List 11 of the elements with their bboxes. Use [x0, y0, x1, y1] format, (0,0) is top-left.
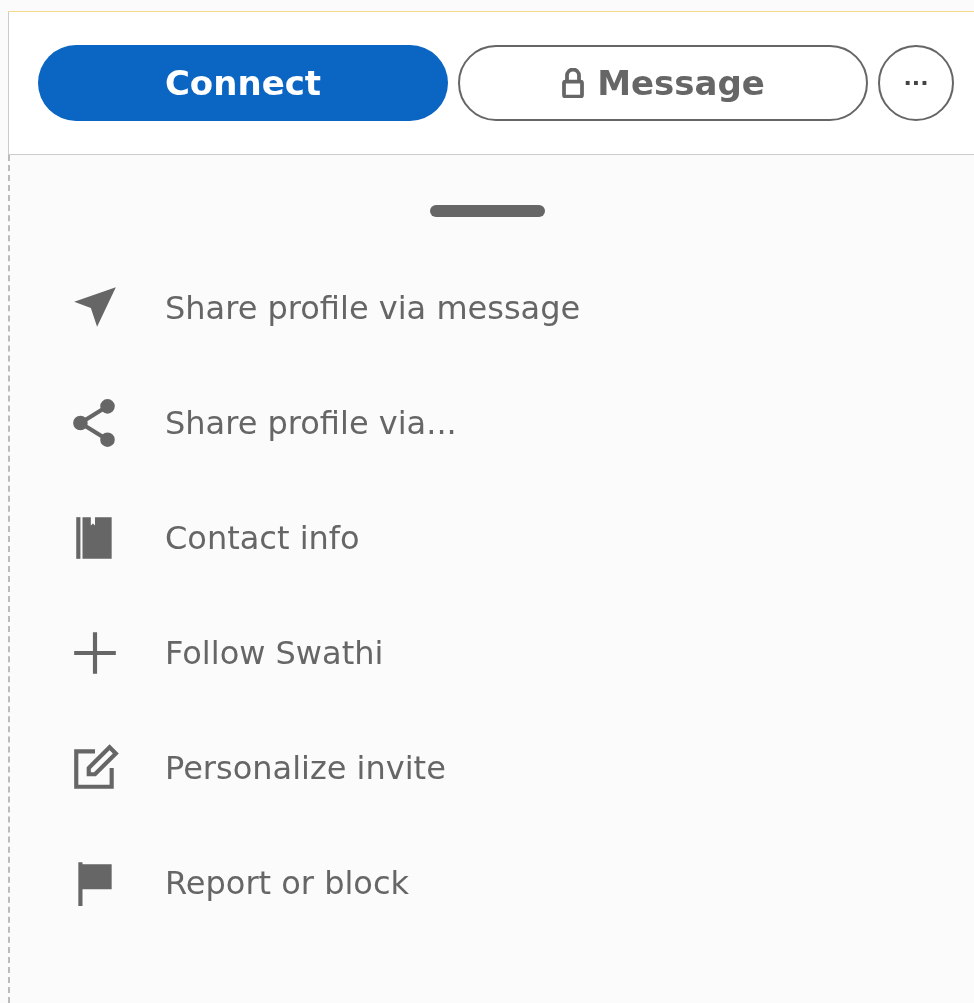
menu-item[interactable]: Report or block [70, 858, 974, 908]
menu-item[interactable]: Share profile via... [70, 398, 974, 448]
drag-handle[interactable] [429, 205, 545, 217]
menu-item[interactable]: Personalize invite [70, 743, 974, 793]
more-button[interactable]: ··· [878, 45, 954, 121]
menu-item[interactable]: Follow Swathi [70, 628, 974, 678]
menu-item[interactable]: Share profile via message [70, 283, 974, 333]
lock-icon [561, 68, 586, 98]
menu-item[interactable]: Contact info [70, 513, 974, 563]
connect-button[interactable]: Connect [38, 45, 448, 121]
message-button[interactable]: Message [458, 45, 868, 121]
